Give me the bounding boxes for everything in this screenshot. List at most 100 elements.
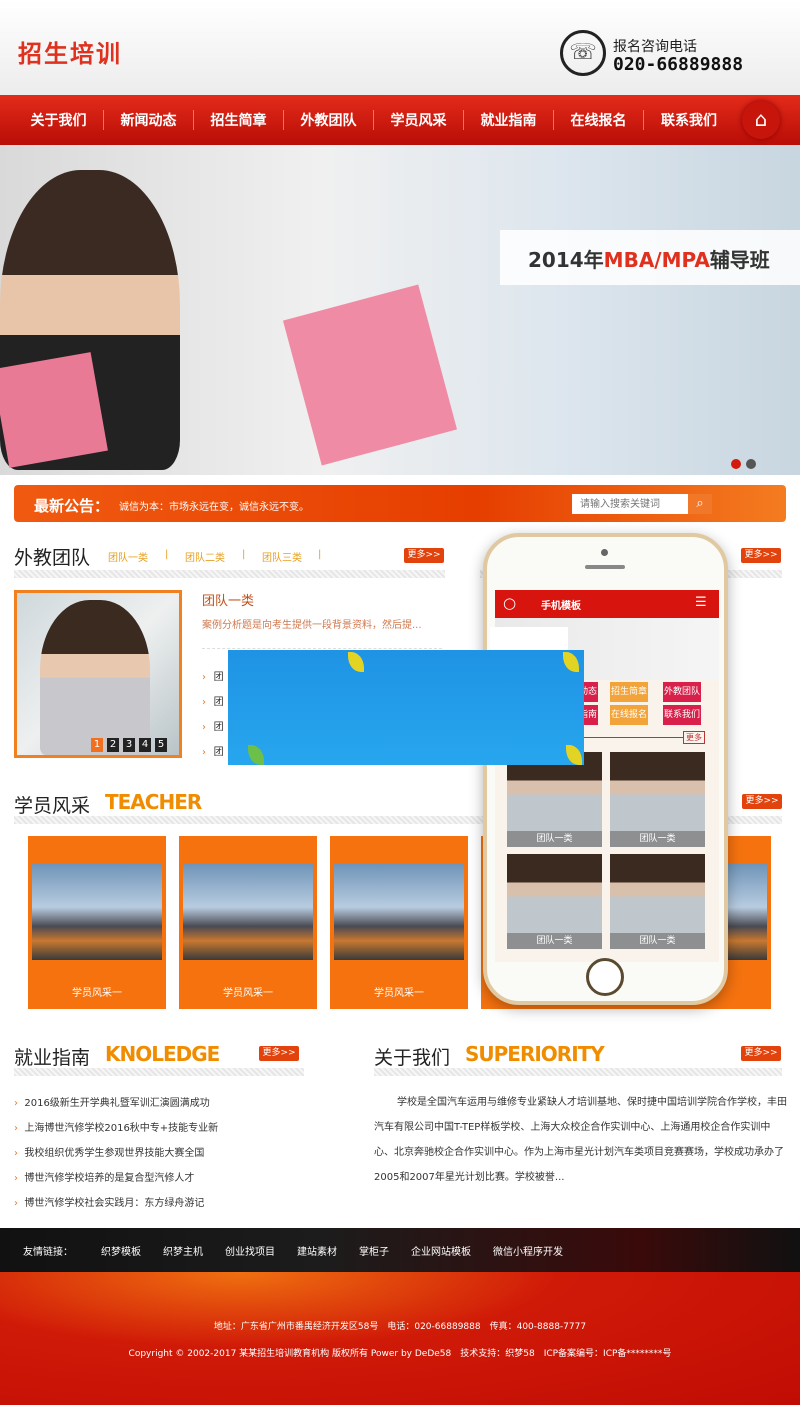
chevron-right-icon: › [14, 1098, 18, 1109]
nav-item-apply[interactable]: 在线报名 [554, 110, 644, 130]
list-item-text: 团 [213, 697, 224, 708]
students-more-button[interactable]: 更多>> [742, 794, 782, 809]
mobile-tile[interactable]: 团队一类 [507, 752, 602, 847]
friend-link[interactable]: 织梦模板 [101, 1243, 141, 1258]
section-title-jobs: 就业指南 [14, 1047, 91, 1069]
news-item[interactable]: › 我校组织优秀学生参观世界技能大赛全国 [14, 1144, 204, 1159]
mobile-tile[interactable]: 团队一类 [610, 752, 705, 847]
student-card[interactable]: 学员风采一 [330, 836, 468, 1009]
search-input[interactable] [572, 494, 688, 514]
mobile-nav-button[interactable]: 招生简章 [610, 682, 648, 702]
speaker-icon [585, 565, 625, 569]
mobile-title: 手机模板 [541, 601, 581, 612]
list-item[interactable]: › 团 [202, 693, 224, 708]
page-button[interactable]: 5 [155, 738, 167, 752]
mobile-tile[interactable]: 团队一类 [610, 854, 705, 949]
list-item[interactable]: › 团 [202, 718, 224, 733]
friend-link[interactable]: 创业找项目 [225, 1243, 275, 1258]
chevron-right-icon: › [202, 697, 206, 708]
nav-item-team[interactable]: 外教团队 [284, 110, 374, 130]
page-button[interactable]: 3 [123, 738, 135, 752]
nav-item-admissions[interactable]: 招生简章 [194, 110, 284, 130]
search-icon[interactable]: ○ [503, 594, 516, 612]
friend-link[interactable]: 织梦主机 [163, 1243, 203, 1258]
city-image [32, 864, 162, 960]
nav-item-jobs[interactable]: 就业指南 [464, 110, 554, 130]
chevron-right-icon: › [14, 1198, 18, 1209]
camera-icon [601, 549, 608, 556]
list-item-text: 团 [213, 722, 224, 733]
jobs-more-button[interactable]: 更多>> [259, 1046, 299, 1061]
about-text: 学校是全国汽车运用与维修专业紧缺人才培训基地、保时捷中国培训学院合作学校，丰田汽… [374, 1097, 787, 1183]
folder-image [0, 352, 108, 468]
friend-link[interactable]: 企业网站模板 [411, 1243, 471, 1258]
chevron-right-icon: › [14, 1173, 18, 1184]
tab-divider: | [242, 549, 246, 560]
list-item-text: 团 [213, 747, 224, 758]
page-button[interactable]: 2 [107, 738, 119, 752]
mobile-more-button[interactable]: 更多 [683, 731, 705, 744]
caption-highlight: MBA/MPA [603, 248, 710, 272]
mobile-tile[interactable]: 团队一类 [507, 854, 602, 949]
notice-text[interactable]: 诚信为本：市场永远在变，诚信永远不变。 [119, 498, 309, 513]
mobile-nav-button[interactable]: 联系我们 [663, 705, 701, 725]
caption-year: 2014年 [528, 248, 604, 272]
home-icon[interactable]: ⌂ [742, 101, 780, 139]
divider [202, 648, 442, 649]
chevron-right-icon: › [14, 1123, 18, 1134]
mobile-nav-button[interactable]: 外教团队 [663, 682, 701, 702]
leaf-icon [248, 745, 264, 765]
about-more-button[interactable]: 更多>> [741, 1046, 781, 1061]
home-button-icon [586, 958, 624, 996]
section-title-about: 关于我们 [374, 1047, 451, 1069]
section-subtitle-students: TEACHER [105, 790, 202, 814]
news-item[interactable]: › 上海博世汽修学校2016秋中专+技能专业新 [14, 1119, 218, 1134]
nav-item-about[interactable]: 关于我们 [14, 110, 104, 130]
banner-caption: 2014年MBA/MPA辅导班 [500, 230, 800, 285]
friend-links: 友情链接： 织梦模板 织梦主机 创业找项目 建站素材 掌柜子 企业网站模板 微信… [0, 1228, 800, 1272]
chevron-right-icon: › [14, 1148, 18, 1159]
city-image [183, 864, 313, 960]
nav-item-contact[interactable]: 联系我们 [644, 110, 734, 130]
team-item-title[interactable]: 团队一类 [202, 590, 254, 609]
news-text: 上海博世汽修学校2016秋中专+技能专业新 [24, 1123, 219, 1134]
slide-dot[interactable] [746, 459, 756, 469]
divider [14, 570, 445, 578]
section-title-team: 外教团队 [14, 547, 91, 569]
logo[interactable]: 招生培训 [18, 34, 122, 69]
friend-link[interactable]: 掌柜子 [359, 1243, 389, 1258]
news-item[interactable]: › 2016级新生开学典礼暨军训汇演圆满成功 [14, 1094, 210, 1109]
chevron-right-icon: › [202, 722, 206, 733]
slide-dot-active[interactable] [731, 459, 741, 469]
tab-team-1[interactable]: 团队一类 [108, 549, 148, 564]
leaf-icon [566, 745, 582, 765]
student-card[interactable]: 学员风采一 [28, 836, 166, 1009]
news-item[interactable]: › 博世汽修学校社会实践月：东方绿舟游记 [14, 1194, 204, 1209]
links-label: 友情链接： [23, 1246, 73, 1258]
friend-link[interactable]: 微信小程序开发 [493, 1243, 563, 1258]
mobile-nav-button[interactable]: 在线报名 [610, 705, 648, 725]
news-item[interactable]: › 博世汽修学校培养的是复合型汽修人才 [14, 1169, 194, 1184]
list-item[interactable]: › 团 [202, 668, 224, 683]
list-item[interactable]: › 团 [202, 743, 224, 758]
menu-icon[interactable]: ☰ [695, 595, 707, 610]
news-text: 2016级新生开学典礼暨军训汇演圆满成功 [24, 1098, 210, 1109]
tab-team-3[interactable]: 团队三类 [262, 549, 302, 564]
tab-team-2[interactable]: 团队二类 [185, 549, 225, 564]
news-more-button[interactable]: 更多>> [741, 548, 781, 563]
tab-divider: | [318, 549, 322, 560]
nav-item-news[interactable]: 新闻动态 [104, 110, 194, 130]
leaf-icon [563, 652, 579, 672]
ad-overlay[interactable] [228, 650, 584, 765]
team-more-button[interactable]: 更多>> [404, 548, 444, 563]
page-button[interactable]: 4 [139, 738, 151, 752]
section-subtitle-about: SUPERIORITY [465, 1042, 605, 1066]
nav-item-students[interactable]: 学员风采 [374, 110, 464, 130]
notice-title: 最新公告： [34, 497, 110, 515]
caption-rest: 辅导班 [709, 248, 770, 272]
search-icon[interactable]: ⌕ [688, 494, 712, 514]
page-button-active[interactable]: 1 [91, 738, 103, 752]
student-card[interactable]: 学员风采一 [179, 836, 317, 1009]
main-nav: 关于我们 新闻动态 招生简章 外教团队 学员风采 就业指南 在线报名 联系我们 [0, 95, 800, 145]
friend-link[interactable]: 建站素材 [297, 1243, 337, 1258]
